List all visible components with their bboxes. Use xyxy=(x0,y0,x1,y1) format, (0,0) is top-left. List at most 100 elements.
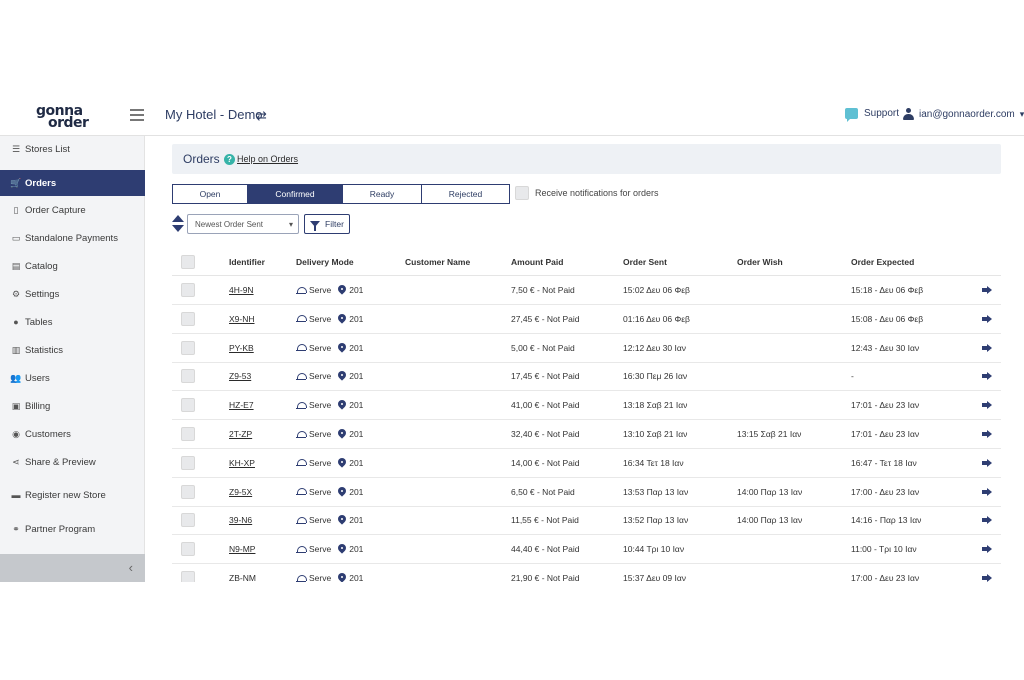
sidebar-item-orders[interactable]: 🛒 Orders xyxy=(0,170,145,196)
arrow-right-icon[interactable] xyxy=(982,314,992,323)
column-order-sent[interactable]: Order Sent xyxy=(623,257,667,267)
help-icon[interactable]: ? xyxy=(224,154,235,165)
table-row[interactable]: PY-KB Serve 201 5,00 € - Not Paid 12:12 Δευ … xyxy=(172,334,1001,363)
sidebar-item-statistics[interactable]: ▥ Statistics xyxy=(0,337,145,363)
order-identifier-link[interactable]: 39-N6 xyxy=(229,515,252,525)
chart-icon: ▥ xyxy=(11,344,21,355)
sidebar-item-tables[interactable]: ● Tables xyxy=(0,309,145,335)
column-delivery-mode[interactable]: Delivery Mode xyxy=(296,257,354,267)
row-checkbox[interactable] xyxy=(181,455,195,470)
sort-direction-icon[interactable] xyxy=(172,215,184,233)
arrow-right-icon[interactable] xyxy=(982,545,992,554)
arrow-right-icon[interactable] xyxy=(982,372,992,381)
row-checkbox[interactable] xyxy=(181,513,195,528)
sidebar-item-catalog[interactable]: ▤ Catalog xyxy=(0,253,145,279)
sidebar-item-partner-program[interactable]: ⚭ Partner Program xyxy=(0,516,145,542)
collapse-sidebar-button[interactable]: ‹ xyxy=(0,554,145,582)
column-customer-name[interactable]: Customer Name xyxy=(405,257,470,267)
row-checkbox[interactable] xyxy=(181,369,195,384)
support-link[interactable]: Support xyxy=(845,108,899,122)
notifications-checkbox[interactable] xyxy=(515,186,529,200)
table-row[interactable]: N9-MP Serve 201 44,40 € - Not Paid 10:44 Τρι… xyxy=(172,535,1001,565)
logo[interactable]: gonna order xyxy=(36,102,92,132)
tab-open[interactable]: Open xyxy=(172,184,248,204)
row-checkbox[interactable] xyxy=(181,427,195,441)
sidebar-item-users[interactable]: 👥 Users xyxy=(0,365,145,391)
table-row[interactable]: ZB-NM Serve 201 21,90 € - Not Paid 15:37 Δευ… xyxy=(172,564,1001,582)
sidebar-item-settings[interactable]: ⚙ Settings xyxy=(0,281,145,307)
arrow-right-icon[interactable] xyxy=(982,401,992,410)
row-checkbox[interactable] xyxy=(181,484,195,499)
sidebar-item-share-preview[interactable]: ⋖ Share & Preview xyxy=(0,449,145,475)
arrow-right-icon[interactable] xyxy=(982,430,992,438)
column-identifier[interactable]: Identifier xyxy=(229,257,265,267)
order-identifier-link[interactable]: ZB-NM xyxy=(229,573,256,582)
arrow-right-icon[interactable] xyxy=(982,487,992,496)
table-row[interactable]: 39-N6 Serve 201 11,55 € - Not Paid 13:52 Παρ… xyxy=(172,506,1001,536)
arrow-right-icon[interactable] xyxy=(982,343,992,352)
table-row[interactable]: 4H-9N Serve 201 7,50 € - Not Paid 15:02 Δευ … xyxy=(172,276,1001,305)
order-identifier-link[interactable]: 4H-9N xyxy=(229,285,254,295)
row-checkbox[interactable] xyxy=(181,283,195,297)
user-menu[interactable]: ian@gonnaorder.com ▾ xyxy=(903,108,1024,120)
delivery-mode-label: Serve xyxy=(309,342,332,353)
store-title[interactable]: My Hotel - Demo xyxy=(165,107,263,122)
tab-confirmed[interactable]: Confirmed xyxy=(247,184,343,204)
table-row[interactable]: Z9-53 Serve 201 17,45 € - Not Paid 16:30 Πεμ… xyxy=(172,362,1001,392)
order-expected: - xyxy=(851,371,854,382)
sidebar-item-label: Partner Program xyxy=(25,523,96,535)
arrow-right-icon[interactable] xyxy=(982,286,992,294)
tab-rejected[interactable]: Rejected xyxy=(421,184,510,204)
cloche-icon xyxy=(296,286,307,294)
delivery-mode: Serve 201 xyxy=(296,573,363,582)
column-amount-paid[interactable]: Amount Paid xyxy=(511,257,563,267)
order-sent: 13:52 Παρ 13 Ιαν xyxy=(623,515,689,526)
switch-store-icon[interactable]: ⇄ xyxy=(256,109,270,123)
sidebar-item-register-new-store[interactable]: ▬ Register new Store xyxy=(0,482,145,508)
arrow-right-icon[interactable] xyxy=(982,516,992,525)
order-identifier-link[interactable]: KH-XP xyxy=(229,458,255,468)
row-checkbox[interactable] xyxy=(181,398,195,413)
table-row[interactable]: Z9-5X Serve 201 6,50 € - Not Paid 13:53 Παρ … xyxy=(172,478,1001,507)
delivery-mode-label: Serve xyxy=(309,544,332,555)
order-identifier-link[interactable]: N9-MP xyxy=(229,544,255,554)
order-identifier-link[interactable]: HZ-E7 xyxy=(229,400,254,410)
column-order-expected[interactable]: Order Expected xyxy=(851,257,914,267)
sort-select[interactable]: Newest Order Sent ▾ xyxy=(187,214,299,234)
delivery-mode-label: Serve xyxy=(309,573,332,582)
row-checkbox[interactable] xyxy=(181,542,195,557)
table-row[interactable]: HZ-E7 Serve 201 41,00 € - Not Paid 13:18 Σαβ… xyxy=(172,391,1001,421)
order-identifier-link[interactable]: X9-NH xyxy=(229,314,255,324)
order-sent: 15:02 Δευ 06 Φεβ xyxy=(623,285,690,295)
help-link[interactable]: Help on Orders xyxy=(237,154,298,164)
order-identifier-link[interactable]: 2T-ZP xyxy=(229,429,252,439)
order-sent: 15:37 Δευ 09 Ιαν xyxy=(623,573,686,582)
select-all-checkbox[interactable] xyxy=(181,255,195,269)
gears-icon: ⚙ xyxy=(11,288,21,299)
order-identifier-link[interactable]: Z9-5X xyxy=(229,487,252,497)
tab-ready[interactable]: Ready xyxy=(342,184,422,204)
sidebar-item-standalone-payments[interactable]: ▭ Standalone Payments xyxy=(0,225,145,251)
table-number: 201 xyxy=(349,400,364,411)
sidebar-item-billing[interactable]: ▣ Billing xyxy=(0,393,145,419)
sidebar-item-label: Share & Preview xyxy=(25,456,96,468)
menu-toggle-icon[interactable] xyxy=(130,109,144,121)
table-row[interactable]: X9-NH Serve 201 27,45 € - Not Paid 01:16 Δευ… xyxy=(172,305,1001,334)
app-window: gonna order My Hotel - Demo ⇄ Support ia… xyxy=(0,96,1024,582)
delivery-mode: Serve 201 xyxy=(296,285,363,295)
row-checkbox[interactable] xyxy=(181,340,195,355)
sidebar-item-order-capture[interactable]: ▯ Order Capture xyxy=(0,197,145,223)
arrow-right-icon[interactable] xyxy=(982,574,992,582)
filter-button[interactable]: Filter xyxy=(304,214,350,234)
order-identifier-link[interactable]: PY-KB xyxy=(229,343,254,353)
row-checkbox[interactable] xyxy=(181,311,195,326)
arrow-right-icon[interactable] xyxy=(982,458,992,467)
sidebar-item-stores-list[interactable]: ☰ Stores List xyxy=(0,136,145,162)
table-row[interactable]: KH-XP Serve 201 14,00 € - Not Paid 16:34 Τετ… xyxy=(172,449,1001,478)
order-identifier-link[interactable]: Z9-53 xyxy=(229,371,251,381)
order-expected: 11:00 - Τρι 10 Ιαν xyxy=(851,544,917,555)
row-checkbox[interactable] xyxy=(181,571,195,582)
column-order-wish[interactable]: Order Wish xyxy=(737,257,783,267)
table-row[interactable]: 2T-ZP Serve 201 32,40 € - Not Paid 13:10 Σαβ… xyxy=(172,420,1001,449)
sidebar-item-customers[interactable]: ◉ Customers xyxy=(0,421,145,447)
